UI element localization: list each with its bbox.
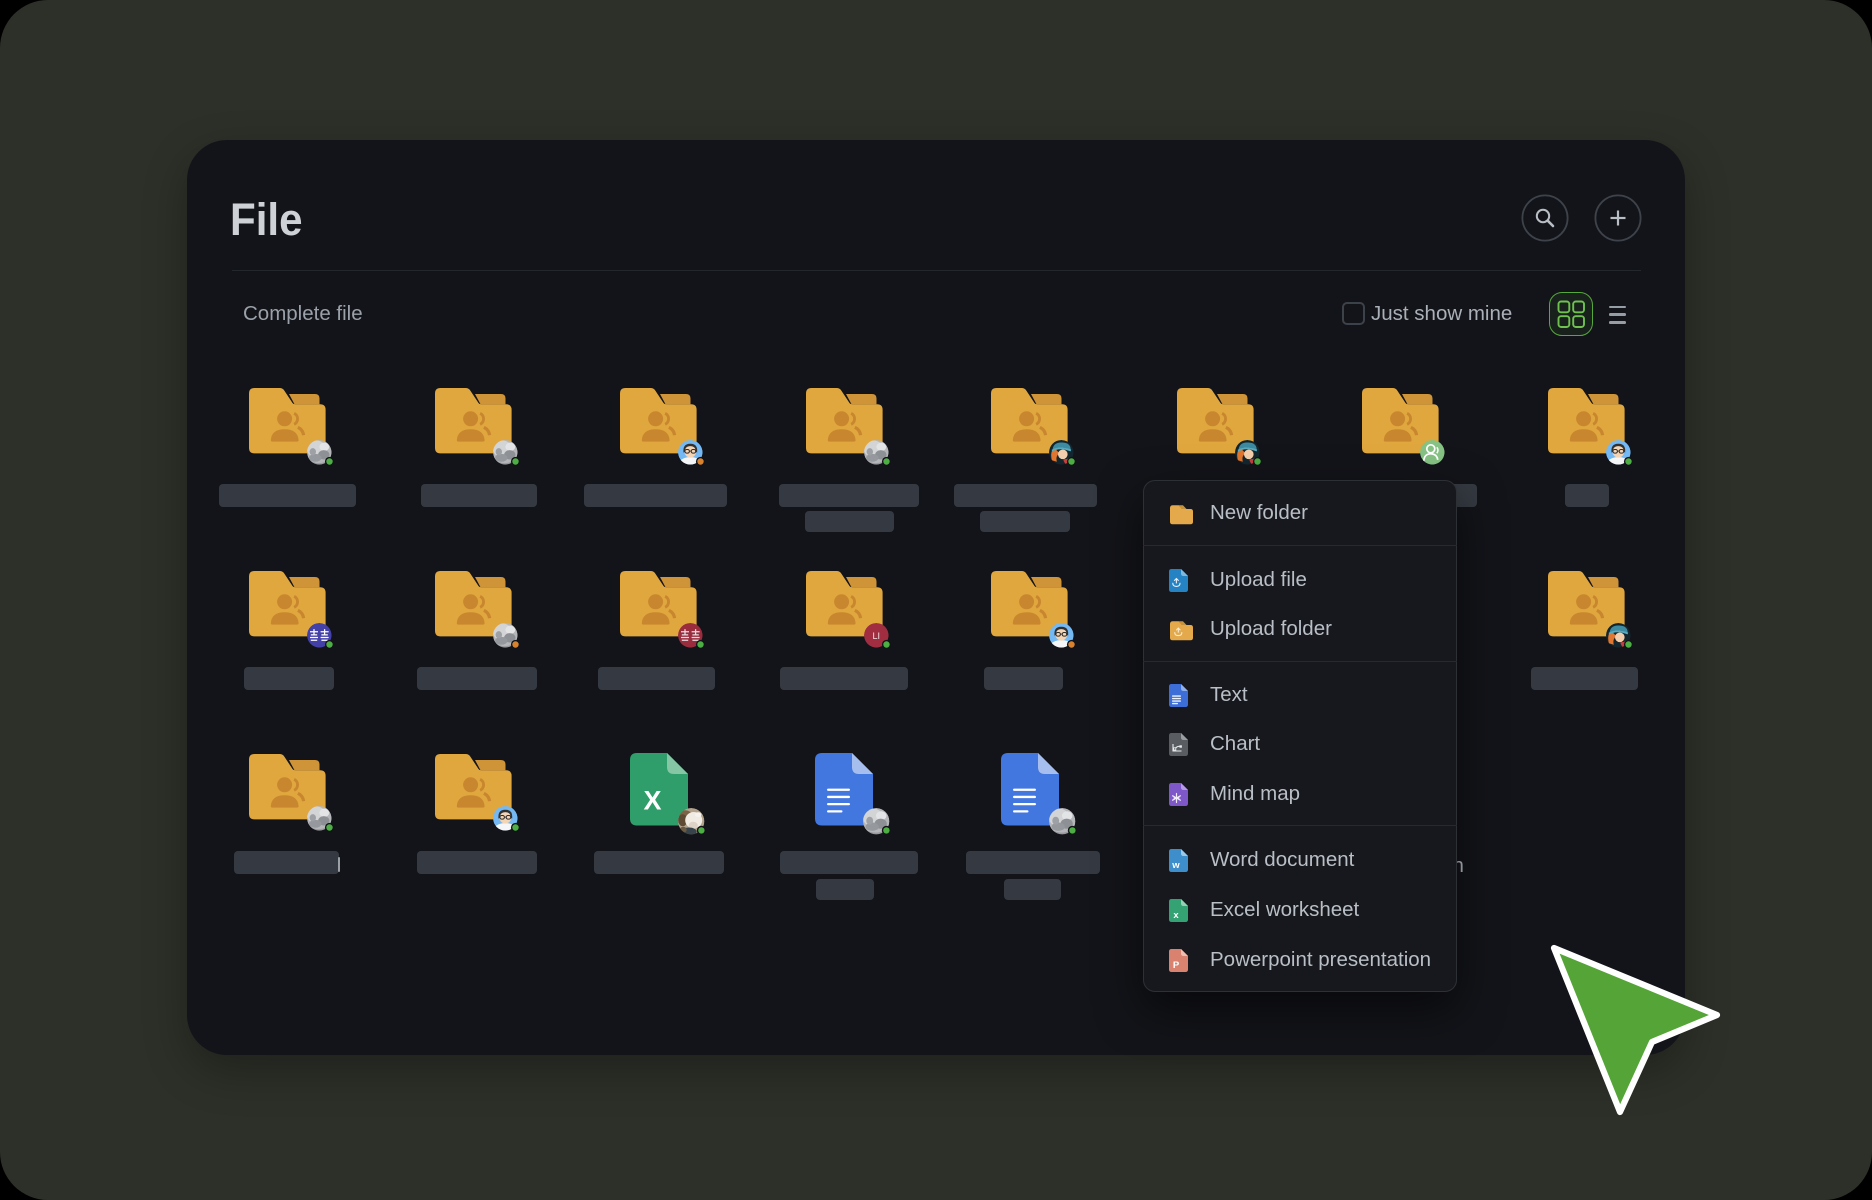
svg-text:P: P xyxy=(1173,960,1180,971)
svg-text:x: x xyxy=(1173,910,1179,921)
svg-text:w: w xyxy=(1171,860,1180,871)
svg-text:LI: LI xyxy=(872,631,880,641)
